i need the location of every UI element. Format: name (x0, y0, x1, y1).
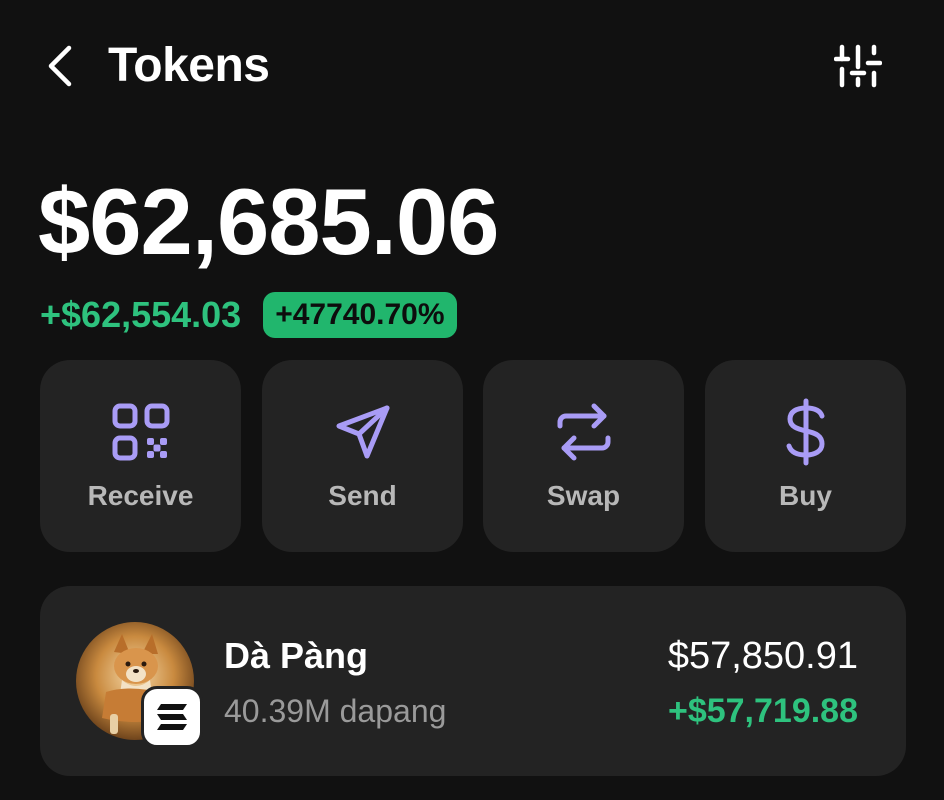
send-label: Send (328, 480, 397, 511)
filter-button[interactable] (830, 40, 886, 92)
sliders-icon (834, 44, 882, 88)
swap-icon (483, 400, 684, 464)
token-name: Dà Pàng (224, 635, 369, 676)
dollar-icon (705, 398, 906, 466)
swap-button[interactable]: Swap (483, 360, 684, 552)
send-icon (262, 400, 463, 464)
receive-label: Receive (87, 480, 194, 511)
total-balance: $62,685.06 (38, 169, 499, 274)
token-row[interactable]: Dà Pàng 40.39M dapang $57,850.91 +$57,71… (40, 586, 906, 776)
qr-code-icon (40, 400, 241, 464)
buy-button[interactable]: Buy (705, 360, 906, 552)
token-value: $57,850.91 (667, 635, 858, 677)
balance-change-row: +$62,554.03 +47740.70% (40, 290, 457, 340)
buy-label: Buy (779, 480, 832, 511)
header: Tokens (0, 0, 944, 130)
chevron-left-icon (48, 45, 72, 87)
receive-button[interactable]: Receive (40, 360, 241, 552)
back-button[interactable] (40, 44, 80, 88)
page-title: Tokens (108, 39, 270, 92)
solana-icon (141, 686, 203, 748)
change-percent-badge: +47740.70% (263, 292, 457, 338)
swap-label: Swap (546, 480, 621, 511)
action-buttons: Receive Send Swap Buy (40, 360, 906, 552)
change-amount: +$62,554.03 (40, 294, 242, 335)
send-button[interactable]: Send (262, 360, 463, 552)
token-change: +$57,719.88 (667, 692, 858, 730)
token-amount: 40.39M dapang (224, 693, 447, 729)
